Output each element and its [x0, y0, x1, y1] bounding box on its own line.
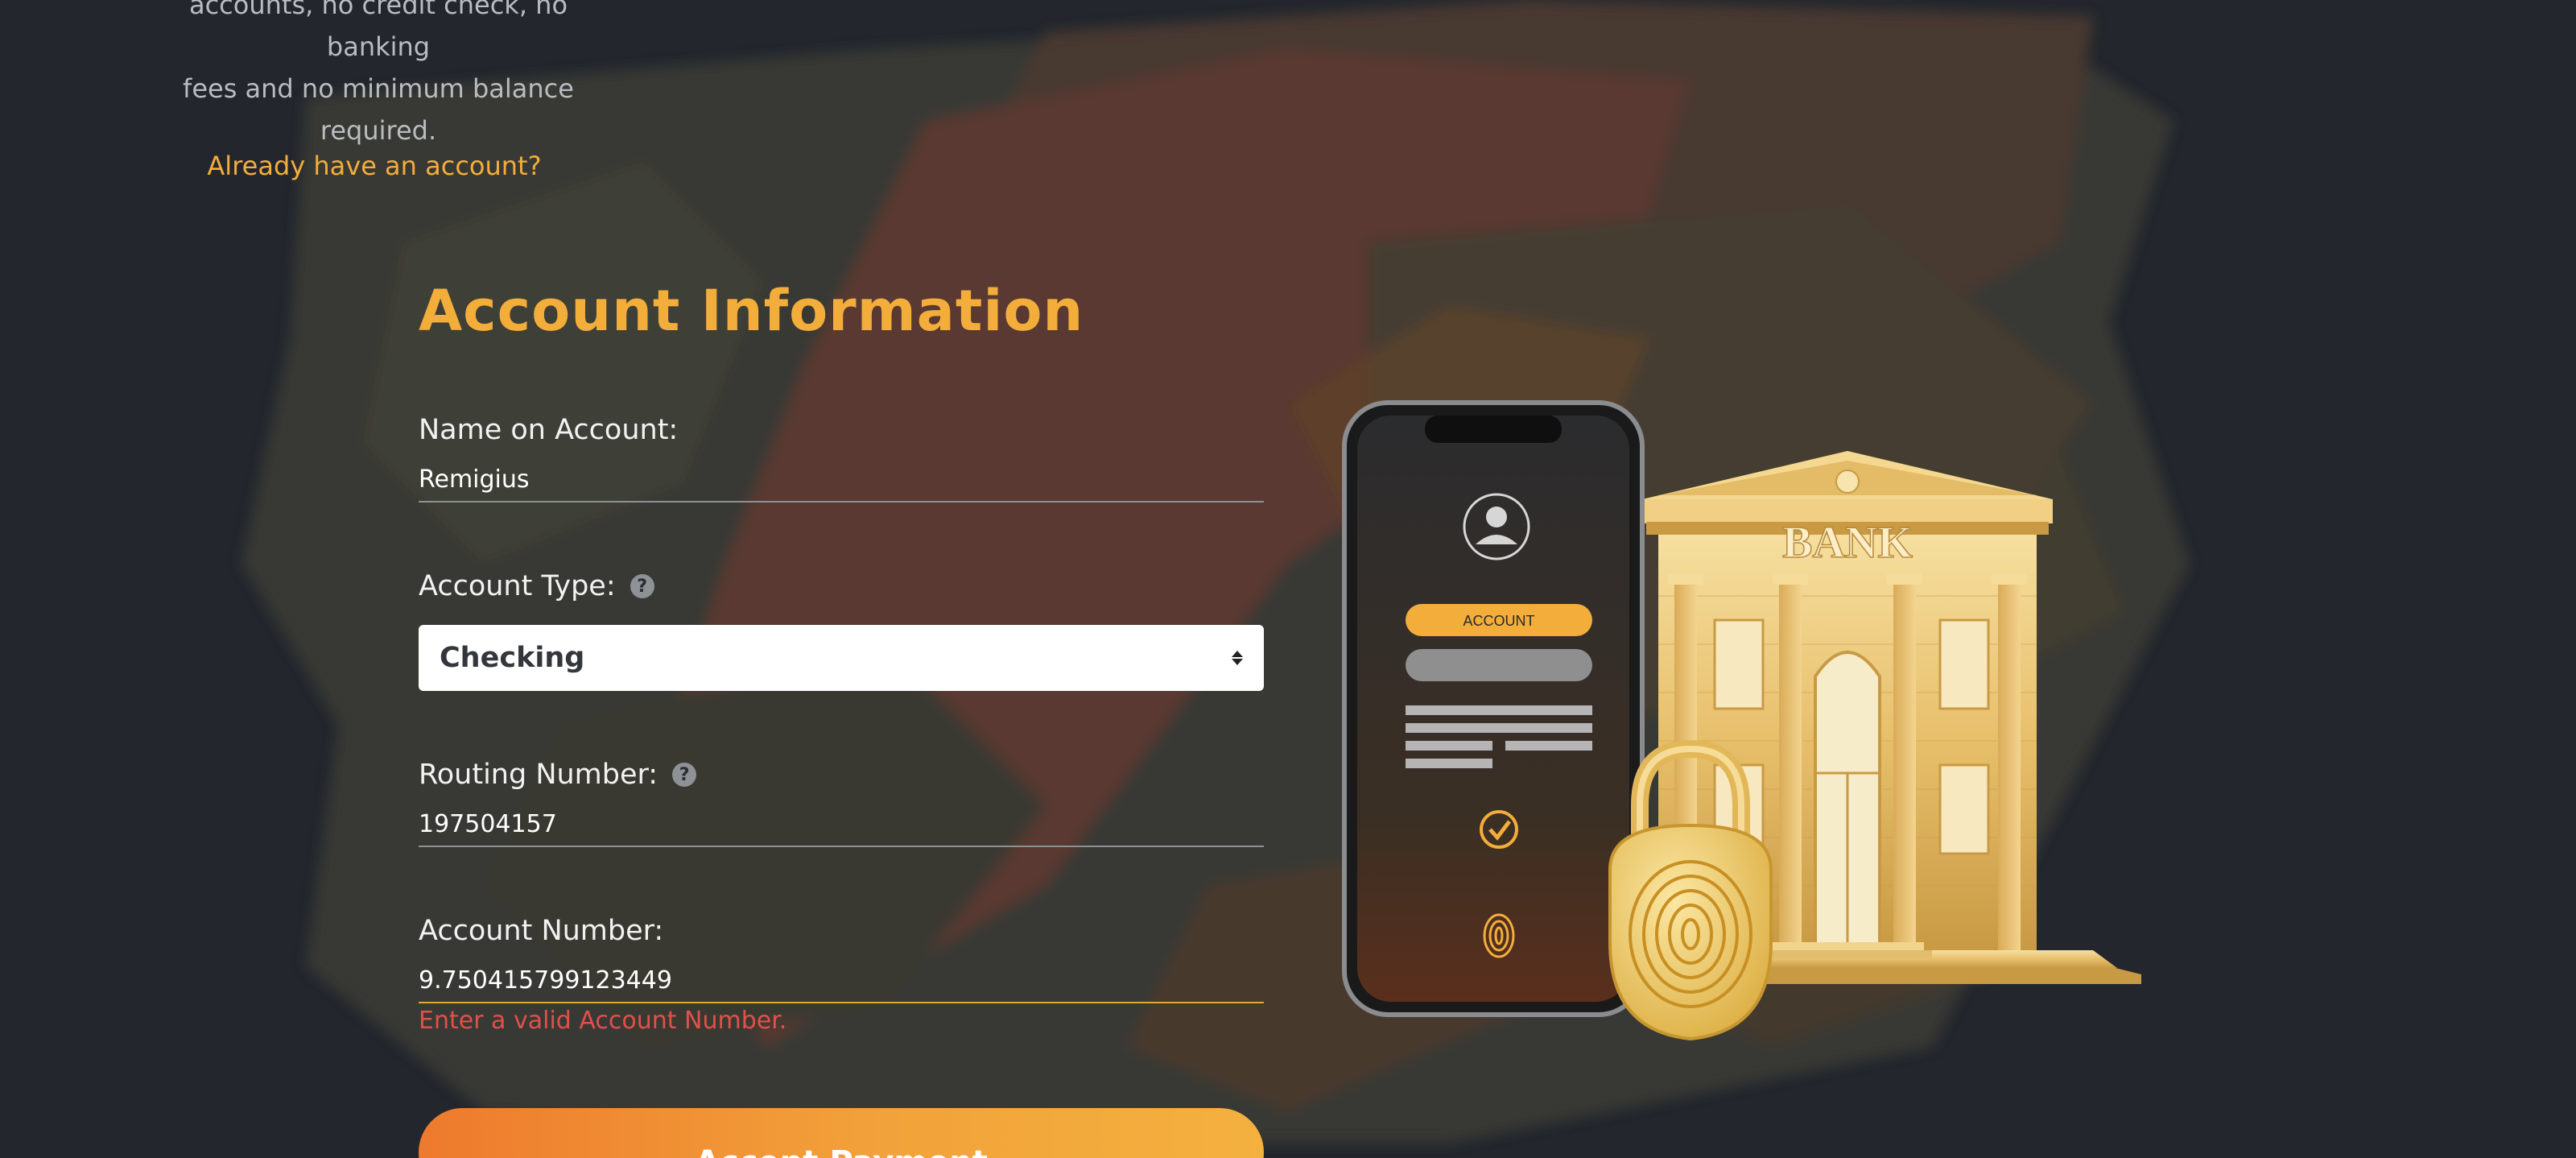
name-on-account-input[interactable]	[419, 457, 1264, 502]
account-number-label: Account Number:	[419, 915, 663, 947]
account-type-selected-value: Checking	[440, 642, 585, 674]
page: accounts, no credit check, no banking fe…	[0, 0, 2576, 1158]
phone-account-button-label: ACCOUNT	[1463, 613, 1535, 629]
name-on-account-label-text: Name on Account:	[419, 414, 679, 446]
account-type-select[interactable]: Checking	[419, 625, 1264, 691]
bank-sign-text: BANK	[1782, 518, 1913, 568]
account-type-label: Account Type: ?	[419, 570, 654, 602]
routing-number-label: Routing Number: ?	[419, 759, 697, 791]
form-title: Account Information	[419, 278, 1084, 344]
routing-number-label-text: Routing Number:	[419, 759, 658, 791]
bank-phone-illustration: BANK ACCOUNT	[1342, 400, 2141, 1041]
name-on-account-label: Name on Account:	[419, 414, 678, 446]
smartphone-icon: ACCOUNT	[1342, 400, 1645, 1017]
intro-line: accounts, no credit check, no banking	[188, 0, 568, 62]
accept-payment-button[interactable]: Accept Payment	[419, 1108, 1264, 1158]
account-information-form: Account Information Name on Account: Acc…	[419, 271, 1264, 1158]
intro-line: fees and no minimum balance	[183, 73, 574, 104]
account-type-label-text: Account Type:	[419, 570, 616, 602]
account-number-label-text: Account Number:	[419, 915, 664, 947]
intro-text: accounts, no credit check, no banking fe…	[145, 0, 612, 151]
routing-number-help-icon[interactable]: ?	[672, 763, 697, 787]
routing-number-input[interactable]	[419, 802, 1264, 847]
already-have-account-link[interactable]: Already have an account?	[145, 145, 604, 187]
account-number-error: Enter a valid Account Number.	[419, 1007, 787, 1035]
account-number-input[interactable]	[419, 958, 1264, 1003]
account-type-help-icon[interactable]: ?	[630, 574, 654, 598]
select-arrows-icon	[1232, 651, 1243, 665]
